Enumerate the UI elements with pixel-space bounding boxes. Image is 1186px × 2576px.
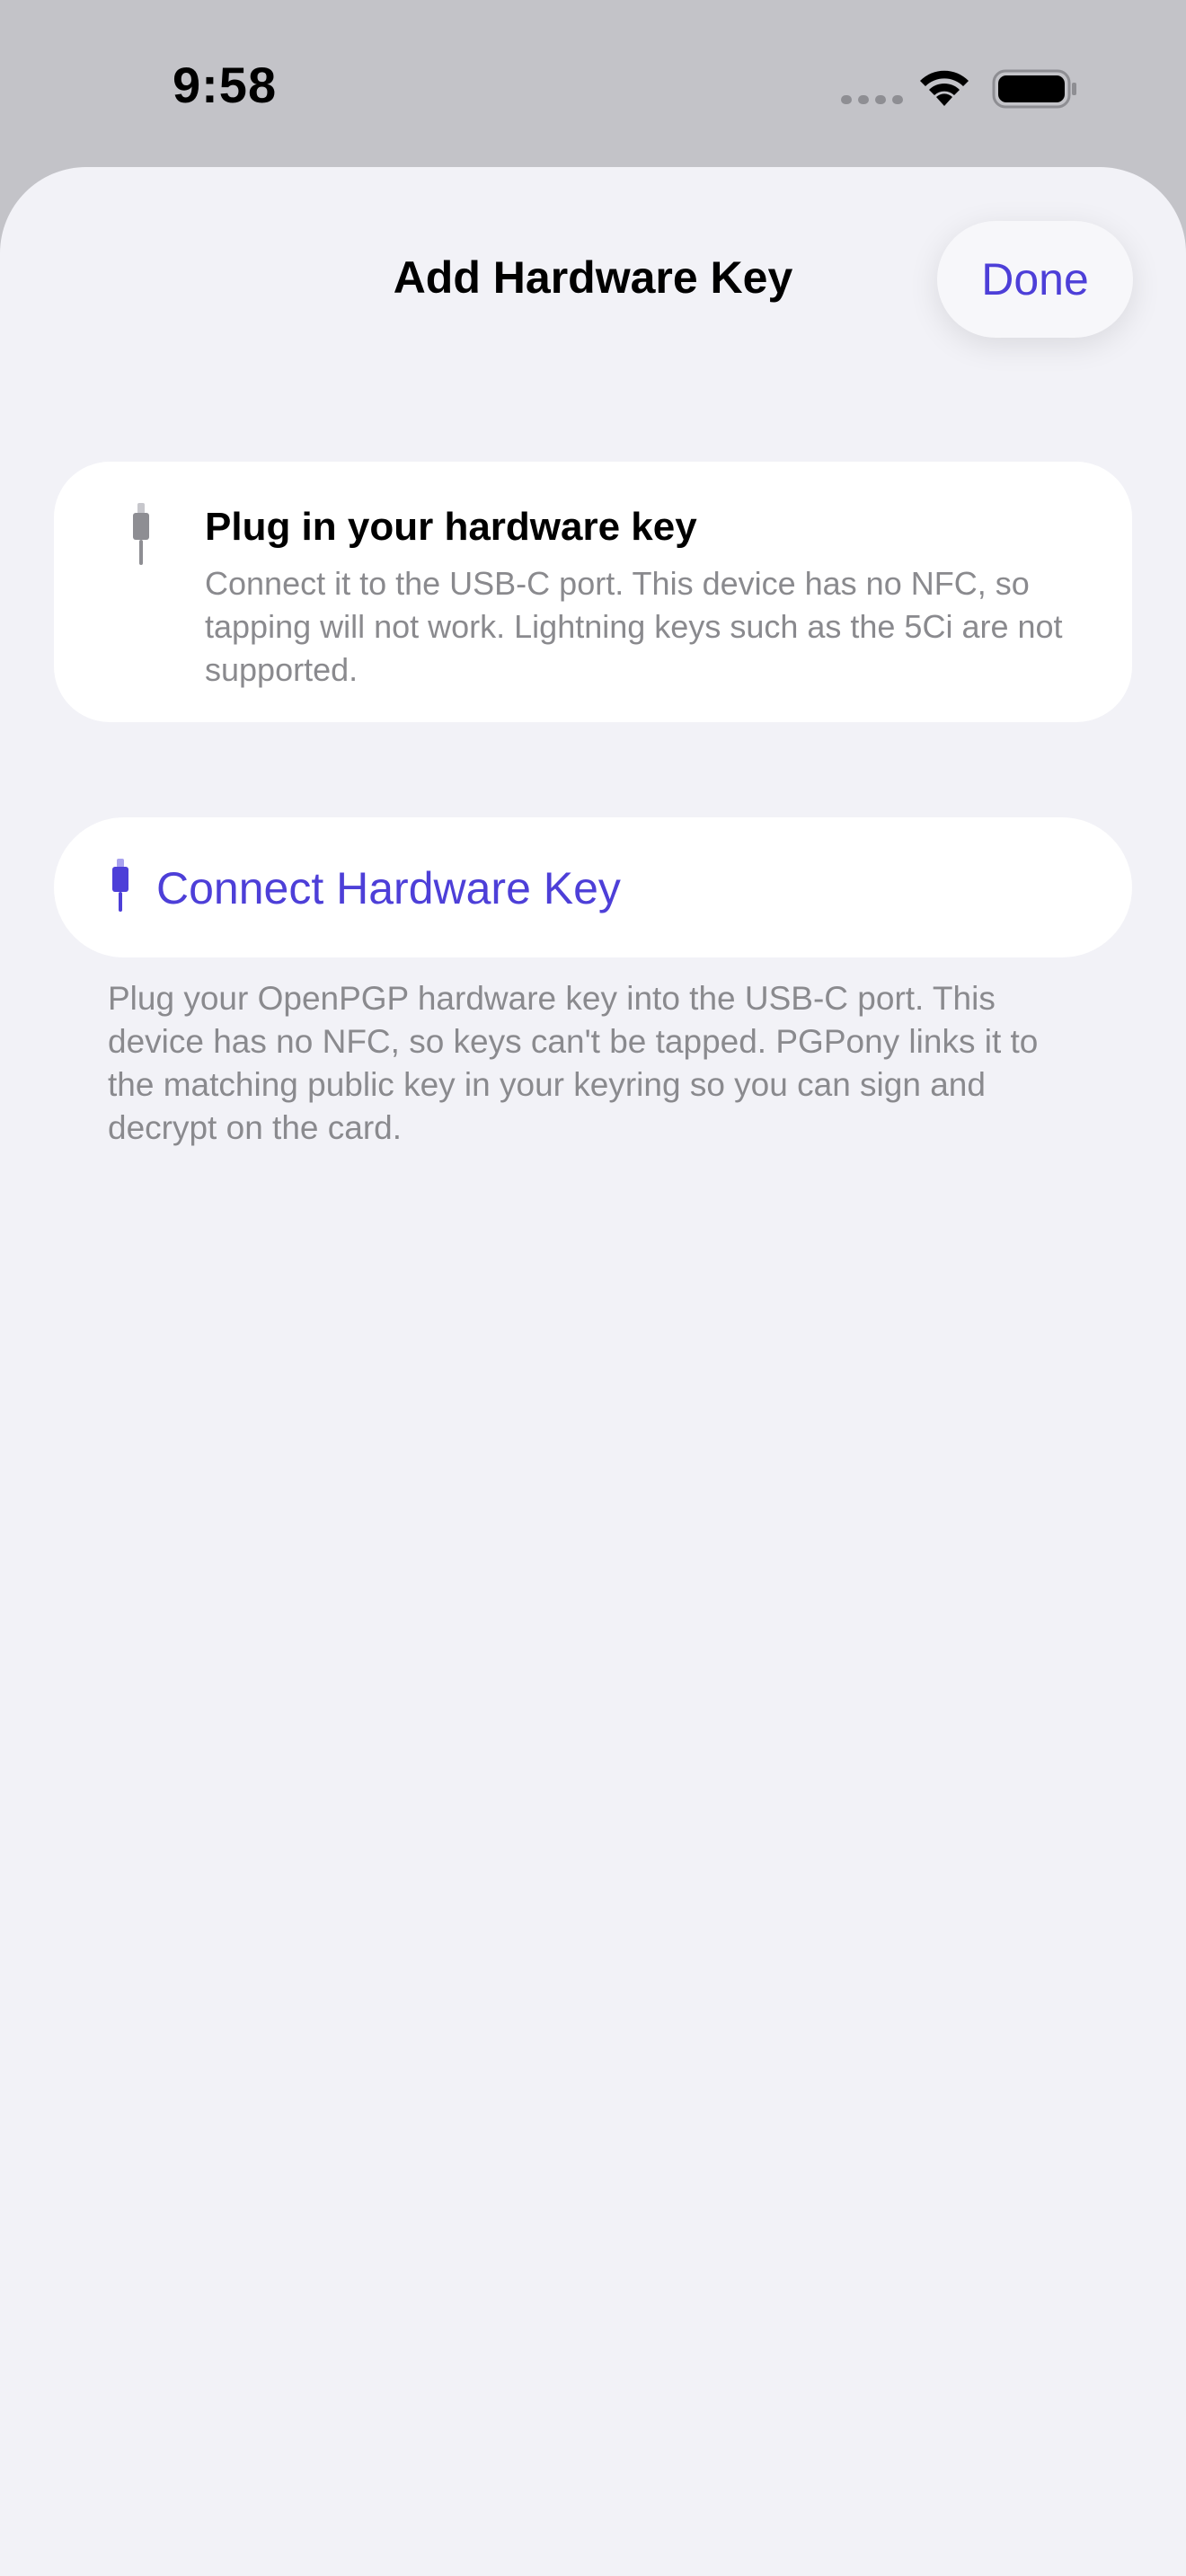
- connect-footer-note: Plug your OpenPGP hardware key into the …: [108, 980, 1039, 1146]
- cellular-signal-icon: [841, 95, 903, 104]
- info-card-body: Connect it to the USB-C port. This devic…: [205, 565, 1063, 688]
- status-bar: 9:58: [0, 0, 1186, 167]
- info-card-title: Plug in your hardware key: [205, 505, 697, 549]
- done-button[interactable]: Done: [937, 221, 1133, 338]
- plug-in-info-card: Plug in your hardware key Connect it to …: [54, 462, 1132, 722]
- connect-hardware-key-label: Connect Hardware Key: [156, 863, 621, 913]
- usb-plug-icon: [133, 503, 149, 565]
- status-time: 9:58: [173, 57, 278, 113]
- connect-hardware-key-button[interactable]: Connect Hardware Key: [54, 817, 1132, 957]
- add-hardware-key-sheet: Add Hardware Key Done Plug in your hardw…: [0, 167, 1186, 2576]
- battery-icon: [992, 69, 1076, 109]
- wifi-icon: [920, 70, 969, 106]
- usb-plug-icon: [112, 859, 128, 912]
